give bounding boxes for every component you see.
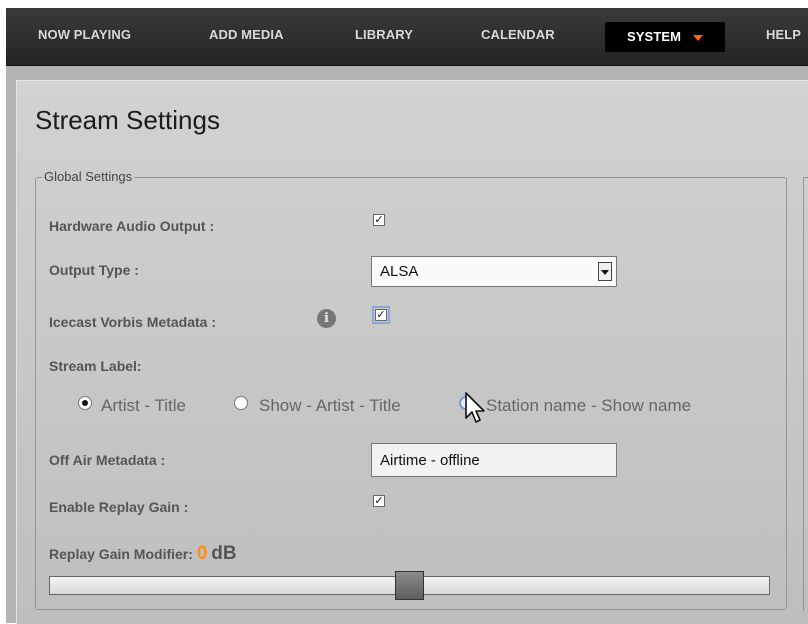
hardware-audio-output-checkbox[interactable]: ✓ (373, 214, 385, 226)
output-type-value: ALSA (380, 263, 419, 280)
replay-gain-unit: dB (211, 543, 237, 564)
replay-gain-modifier-text: Replay Gain Modifier: (49, 546, 193, 562)
chevron-down-icon (693, 34, 704, 41)
nav-library[interactable]: LIBRARY (355, 27, 413, 42)
page-title: Stream Settings (35, 105, 220, 135)
main-nav: NOW PLAYING ADD MEDIA LIBRARY CALENDAR S… (6, 8, 808, 66)
info-icon[interactable]: i (317, 309, 336, 328)
side-fieldset-edge (803, 177, 808, 611)
stream-label-radio-artist-title[interactable] (78, 396, 92, 410)
nav-system[interactable]: SYSTEM (605, 22, 726, 52)
icecast-vorbis-metadata-checkbox[interactable]: ✓ (372, 306, 390, 324)
stream-label-option-artist-title[interactable]: Artist - Title (101, 396, 186, 416)
nav-system-label: SYSTEM (627, 29, 682, 44)
icecast-vorbis-metadata-label: Icecast Vorbis Metadata : (49, 314, 217, 330)
off-air-metadata-input[interactable]: Airtime - offline (371, 443, 617, 477)
enable-replay-gain-label: Enable Replay Gain : (49, 499, 189, 515)
off-air-metadata-value: Airtime - offline (380, 452, 480, 469)
nav-calendar[interactable]: CALENDAR (481, 27, 555, 42)
stream-label-radio-show-artist-title[interactable] (234, 396, 248, 410)
global-settings-legend: Global Settings (42, 169, 135, 184)
nav-now-playing[interactable]: NOW PLAYING (38, 27, 131, 42)
nav-help[interactable]: HELP (766, 27, 801, 42)
stream-label-option-show-artist-title[interactable]: Show - Artist - Title (259, 396, 401, 416)
hardware-audio-output-label: Hardware Audio Output : (49, 218, 215, 234)
output-type-label: Output Type : (49, 262, 139, 278)
output-type-select[interactable]: ALSA (371, 256, 617, 287)
mouse-cursor-icon (465, 392, 485, 423)
chevron-down-icon[interactable] (598, 262, 612, 281)
stream-label-option-station-show[interactable]: Station name - Show name (486, 396, 691, 416)
stream-label-label: Stream Label: (49, 358, 142, 374)
nav-add-media[interactable]: ADD MEDIA (209, 27, 284, 42)
replay-gain-modifier-label: Replay Gain Modifier: 0 dB (49, 543, 237, 565)
enable-replay-gain-checkbox[interactable]: ✓ (373, 495, 385, 507)
replay-gain-slider-handle[interactable] (395, 571, 424, 600)
replay-gain-value: 0 (196, 543, 208, 564)
off-air-metadata-label: Off Air Metadata : (49, 452, 166, 468)
